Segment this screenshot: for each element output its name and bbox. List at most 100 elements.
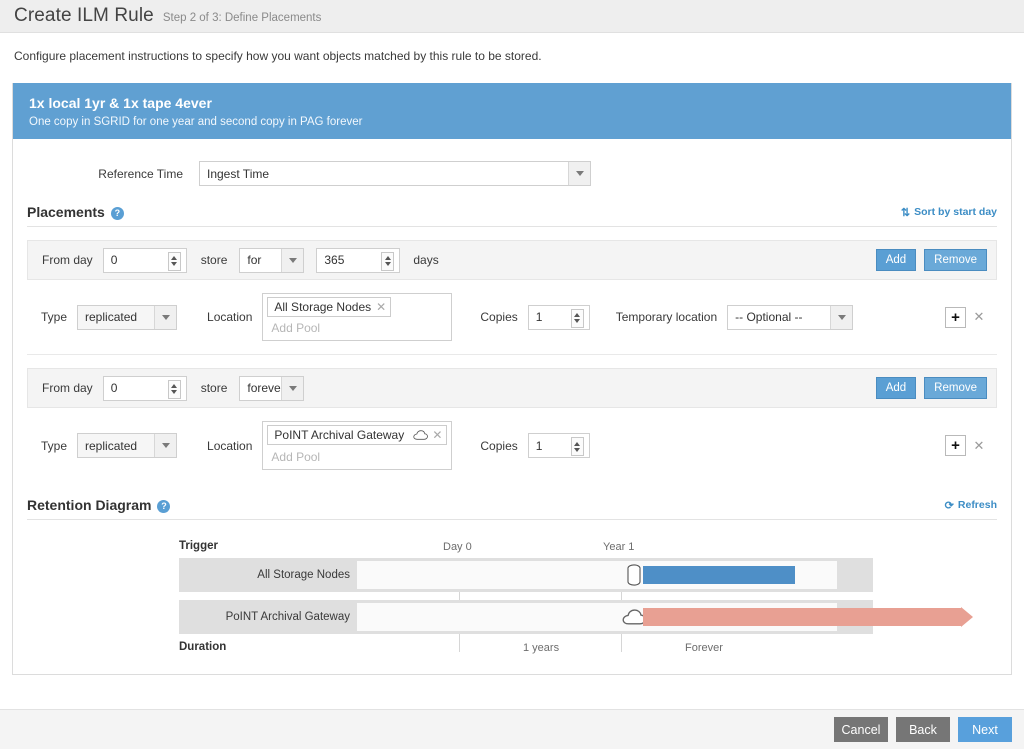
add-button-1[interactable]: Add [875,249,917,271]
type-select-1[interactable]: replicated [77,304,178,330]
from-day-value-1: 0 [110,253,118,267]
cloud-icon [413,430,429,440]
location-pool-box-2[interactable]: PoINT Archival Gateway ✕ Add Pool [262,421,453,470]
rule-description: One copy in SGRID for one year and secon… [29,116,363,128]
copies-label-2: Copies [480,438,518,453]
plus-icon: + [951,308,960,326]
temporary-location-value-1: -- Optional -- [735,310,803,324]
duration-value-1: 365 [324,253,345,267]
from-day-stepper-1[interactable] [167,251,181,271]
add-button-2[interactable]: Add [875,377,917,399]
from-day-stepper-2[interactable] [167,379,181,399]
delete-copy-button-2[interactable]: ✕ [970,435,988,456]
location-label-1: Location [207,310,253,324]
retention-diagram-chart: Trigger Day 0 Year 1 All Storage Nodes P… [27,538,997,660]
close-icon[interactable]: ✕ [376,300,386,314]
copies-value-2: 1 [535,438,543,453]
back-button[interactable]: Back [896,717,950,742]
reference-time-select[interactable]: Ingest Time [199,161,591,186]
close-icon: ✕ [973,309,985,324]
cancel-button[interactable]: Cancel [834,717,888,742]
retention-diagram-axis: Trigger Day 0 Year 1 [27,538,997,558]
location-label-2: Location [207,438,253,453]
retention-diagram-header: Retention Diagram ? ⟳ Refresh [27,497,997,520]
duration-value-input-1[interactable]: 365 [316,247,401,273]
duration-mode-select-2[interactable]: forever [239,375,305,401]
placement-period-row-2: From day 0 store forever Add Remove [27,368,997,408]
panel-body: Reference Time Ingest Time Placements ? … [13,139,1011,674]
reference-time-value: Ingest Time [207,166,270,181]
reference-time-label: Reference Time [98,166,183,181]
chevron-down-icon [281,376,304,400]
axis-tick-day0: Day 0 [443,541,472,553]
duration-stepper-1[interactable] [381,251,395,271]
retention-track-name-2: PoINT Archival Gateway [225,611,350,623]
retention-diagram-section: Retention Diagram ? ⟳ Refresh Trigger Da… [27,497,997,660]
add-pool-placeholder-2[interactable]: Add Pool [267,448,447,466]
from-day-label-1: From day [42,253,93,267]
next-button[interactable]: Next [958,717,1012,742]
close-icon: ✕ [973,437,985,453]
retention-track-1: All Storage Nodes [179,558,873,592]
sort-link-label: Sort by start day [914,206,997,218]
close-icon[interactable]: ✕ [432,428,442,442]
rule-panel: 1x local 1yr & 1x tape 4ever One copy in… [12,83,1012,675]
chevron-down-icon [281,248,304,272]
retention-track-canvas-1 [357,561,837,589]
copies-label-1: Copies [480,310,518,324]
pool-chip-1[interactable]: All Storage Nodes ✕ [267,297,392,317]
sort-icon: ⇅ [900,206,911,219]
page-step-indicator: Step 2 of 3: Define Placements [162,12,322,24]
retention-track-canvas-2 [357,603,973,631]
storage-node-icon [627,564,641,586]
copies-stepper-1[interactable] [570,308,584,328]
duration-mode-value-2: forever [247,381,285,395]
placements-section-header: Placements ? ⇅ Sort by start day [27,204,997,227]
pool-chip-2[interactable]: PoINT Archival Gateway ✕ [267,425,448,445]
pool-chip-label-2: PoINT Archival Gateway [274,428,405,442]
duration-tick-1: 1 years [523,642,560,654]
rule-name: 1x local 1yr & 1x tape 4ever [29,95,212,111]
refresh-icon: ⟳ [944,499,954,512]
delete-copy-button-1[interactable]: ✕ [970,307,988,328]
copies-stepper-2[interactable] [570,437,584,456]
location-pool-box-1[interactable]: All Storage Nodes ✕ Add Pool [262,293,453,341]
help-icon[interactable]: ? [110,206,124,220]
sort-by-start-day-link[interactable]: ⇅ Sort by start day [901,206,997,219]
copies-input-1[interactable]: 1 [527,304,590,330]
type-value-1: replicated [85,310,138,324]
add-copy-button-1[interactable]: + [945,306,966,328]
remove-button-1[interactable]: Remove [924,249,987,271]
type-label-2: Type [41,438,68,453]
wizard-footer: Cancel Back Next [0,709,1024,749]
type-select-2[interactable]: replicated [77,433,178,458]
trigger-label: Trigger [179,540,218,552]
refresh-link-label: Refresh [957,499,997,511]
store-label-2: store [200,381,228,395]
from-day-input-2[interactable]: 0 [102,375,187,401]
temporary-location-label-1: Temporary location [615,310,718,324]
from-day-input-1[interactable]: 0 [102,247,187,273]
from-day-label-2: From day [42,381,93,395]
refresh-link[interactable]: ⟳ Refresh [945,499,997,512]
duration-mode-value-1: for [247,253,262,267]
add-pool-placeholder-1[interactable]: Add Pool [267,319,447,337]
from-day-value-2: 0 [110,381,118,395]
retention-diagram-title: Retention Diagram [27,497,152,513]
pool-chip-label-1: All Storage Nodes [274,300,372,314]
duration-mode-select-1[interactable]: for [239,247,305,273]
days-label-1: days [413,253,439,267]
retention-track-name-1: All Storage Nodes [257,569,350,581]
remove-button-2[interactable]: Remove [924,377,987,399]
page-header: Create ILM Rule Step 2 of 3: Define Plac… [0,0,1024,33]
temporary-location-select-1[interactable]: -- Optional -- [727,304,854,330]
chevron-down-icon [154,305,177,329]
pool-chip-controls-2: ✕ [413,428,442,442]
help-icon[interactable]: ? [157,499,171,513]
intro-text: Configure placement instructions to spec… [14,49,542,63]
copies-input-2[interactable]: 1 [527,433,590,458]
reference-time-row: Reference Time Ingest Time [27,139,997,204]
chevron-down-icon [568,162,590,185]
retention-bar-2 [643,608,961,626]
add-copy-button-2[interactable]: + [945,435,966,456]
